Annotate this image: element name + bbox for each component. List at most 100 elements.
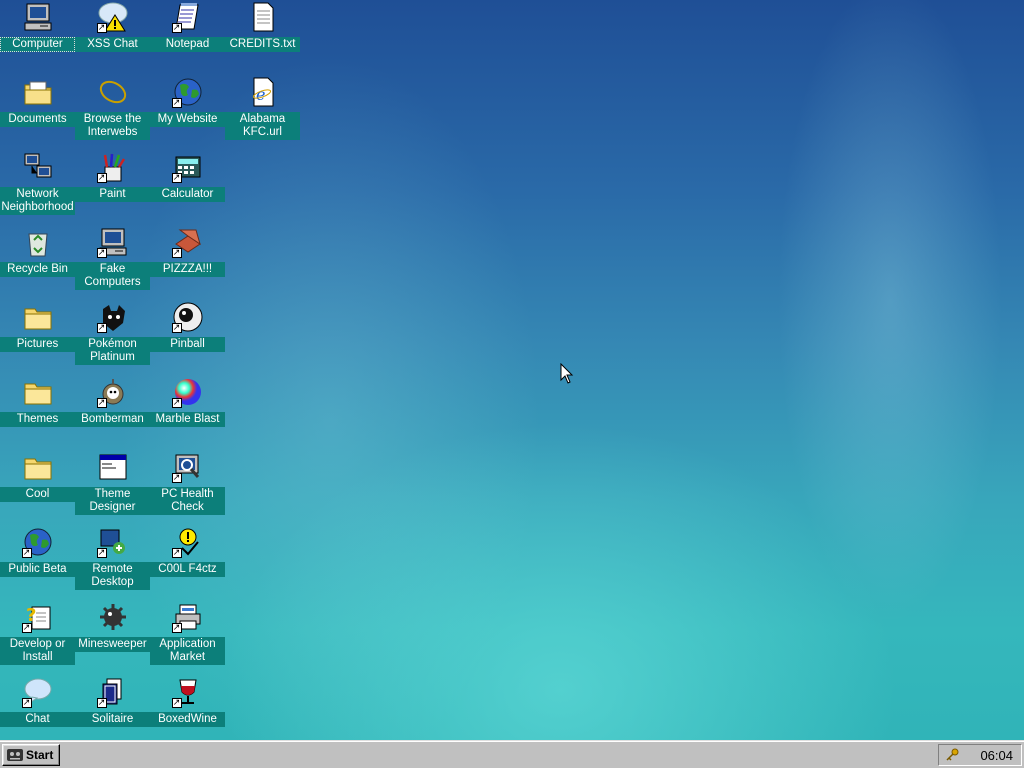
clock[interactable]: 06:04 bbox=[980, 748, 1013, 763]
desktop-icon-label: Recycle Bin bbox=[0, 262, 75, 277]
desktop-icon-browse[interactable]: Browse the Interwebs bbox=[75, 76, 150, 140]
desktop-icon-label: Pictures bbox=[0, 337, 75, 352]
desktop-icon-label: Alabama KFC.url bbox=[225, 112, 300, 140]
mine-icon bbox=[97, 601, 129, 633]
window-icon bbox=[97, 451, 129, 483]
notepad-icon: ↗ bbox=[171, 1, 204, 33]
printer-icon: ↗ bbox=[171, 601, 204, 633]
desktop-icon-label: Network Neighborhood bbox=[0, 187, 75, 215]
desktop-icon-network[interactable]: Network Neighborhood bbox=[0, 151, 75, 215]
desktop-icon-chat[interactable]: ↗ Chat bbox=[0, 676, 75, 727]
start-logo-icon bbox=[7, 749, 23, 761]
desktop-icon-remote-desktop[interactable]: ↗ Remote Desktop bbox=[75, 526, 150, 590]
desktop-icon-label: Minesweeper bbox=[75, 637, 150, 652]
desktop-icon-credits[interactable]: CREDITS.txt bbox=[225, 1, 300, 52]
paint-icon: ↗ bbox=[96, 151, 129, 183]
computer-icon bbox=[22, 1, 54, 33]
desktop-icon-fake-computers[interactable]: ↗ Fake Computers bbox=[75, 226, 150, 290]
desktop-icon-label: Solitaire bbox=[75, 712, 150, 727]
desktop-icon-theme-designer[interactable]: Theme Designer bbox=[75, 451, 150, 515]
desktop-icon-label: Cool bbox=[0, 487, 75, 502]
desktop-icon-label: Computer bbox=[0, 37, 75, 52]
shortcut-arrow-icon: ↗ bbox=[171, 173, 182, 183]
desktop-icon-minesweeper[interactable]: Minesweeper bbox=[75, 601, 150, 652]
folder-icon bbox=[22, 301, 54, 333]
desktop-icon-label: Paint bbox=[75, 187, 150, 202]
desktop-icon-label: CREDITS.txt bbox=[225, 37, 300, 52]
desktop-icon-label: Application Market bbox=[150, 637, 225, 665]
globe-icon: ↗ bbox=[21, 526, 54, 558]
desktop-icon-label: Bomberman bbox=[75, 412, 150, 427]
start-button[interactable]: Start bbox=[2, 744, 60, 766]
lightbulb-icon: ↗ bbox=[171, 526, 204, 558]
shortcut-arrow-icon: ↗ bbox=[171, 248, 182, 258]
shortcut-arrow-icon: ↗ bbox=[171, 623, 182, 633]
desktop-icon-pictures[interactable]: Pictures bbox=[0, 301, 75, 352]
desktop-icon-alabama-kfc[interactable]: e Alabama KFC.url bbox=[225, 76, 300, 140]
desktop-icon-cool-f4ctz[interactable]: ↗ C00L F4ctz bbox=[150, 526, 225, 577]
help-document-icon: ? ↗ bbox=[21, 601, 54, 633]
desktop-icon-solitaire[interactable]: ↗ Solitaire bbox=[75, 676, 150, 727]
desktop: Computer ↗ XSS Chat ↗ Notepad CREDITS.txt Docu… bbox=[0, 0, 1024, 740]
desktop-icon-label: Develop or Install bbox=[0, 637, 75, 665]
globe-icon: ↗ bbox=[171, 76, 204, 108]
desktop-icon-pizzza[interactable]: ↗ PIZZZA!!! bbox=[150, 226, 225, 277]
network-icon bbox=[22, 151, 54, 183]
marble-icon: ↗ bbox=[171, 376, 204, 408]
desktop-icon-my-website[interactable]: ↗ My Website bbox=[150, 76, 225, 127]
key-icon[interactable] bbox=[945, 748, 959, 762]
shortcut-arrow-icon: ↗ bbox=[96, 23, 107, 33]
desktop-icon-notepad[interactable]: ↗ Notepad bbox=[150, 1, 225, 52]
desktop-icon-pinball[interactable]: ↗ Pinball bbox=[150, 301, 225, 352]
documents-folder-icon bbox=[22, 76, 54, 108]
desktop-icon-pokemon[interactable]: ↗ Pokémon Platinum bbox=[75, 301, 150, 365]
health-check-icon: ↗ bbox=[171, 451, 204, 483]
desktop-icon-bomberman[interactable]: ↗ Bomberman bbox=[75, 376, 150, 427]
svg-text:e: e bbox=[256, 85, 265, 104]
desktop-icon-label: Notepad bbox=[150, 37, 225, 52]
shortcut-arrow-icon: ↗ bbox=[171, 23, 182, 33]
shortcut-arrow-icon: ↗ bbox=[96, 698, 107, 708]
desktop-icon-label: Calculator bbox=[150, 187, 225, 202]
remote-desktop-icon: ↗ bbox=[96, 526, 129, 558]
desktop-icon-label: Chat bbox=[0, 712, 75, 727]
desktop-icon-label: Fake Computers bbox=[75, 262, 150, 290]
shortcut-arrow-icon: ↗ bbox=[96, 548, 107, 558]
folder-icon bbox=[22, 451, 54, 483]
desktop-icon-label: My Website bbox=[150, 112, 225, 127]
shortcut-arrow-icon: ↗ bbox=[96, 323, 107, 333]
bomberman-icon: ↗ bbox=[96, 376, 129, 408]
desktop-icon-paint[interactable]: ↗ Paint bbox=[75, 151, 150, 202]
chat-warning-icon: ↗ bbox=[96, 1, 129, 33]
desktop-icon-app-market[interactable]: ↗ Application Market bbox=[150, 601, 225, 665]
pinball-icon: ↗ bbox=[171, 301, 204, 333]
desktop-icon-computer[interactable]: Computer bbox=[0, 1, 75, 52]
desktop-icon-label: Public Beta bbox=[0, 562, 75, 577]
desktop-icon-recycle-bin[interactable]: Recycle Bin bbox=[0, 226, 75, 277]
desktop-icon-label: Documents bbox=[0, 112, 75, 127]
desktop-icon-boxedwine[interactable]: ↗ BoxedWine bbox=[150, 676, 225, 727]
taskbar: Start 06:04 bbox=[0, 740, 1024, 768]
shortcut-arrow-icon: ↗ bbox=[21, 698, 32, 708]
desktop-icon-public-beta[interactable]: ↗ Public Beta bbox=[0, 526, 75, 577]
desktop-icon-cool[interactable]: Cool bbox=[0, 451, 75, 502]
pizza-box-icon: ↗ bbox=[171, 226, 204, 258]
desktop-icon-documents[interactable]: Documents bbox=[0, 76, 75, 127]
desktop-icon-xss-chat[interactable]: ↗ XSS Chat bbox=[75, 1, 150, 52]
calculator-icon: ↗ bbox=[171, 151, 204, 183]
desktop-icon-label: C00L F4ctz bbox=[150, 562, 225, 577]
wine-glass-icon: ↗ bbox=[171, 676, 204, 708]
computer-icon: ↗ bbox=[96, 226, 129, 258]
shortcut-arrow-icon: ↗ bbox=[171, 98, 182, 108]
cards-icon: ↗ bbox=[96, 676, 129, 708]
desktop-icon-marble-blast[interactable]: ↗ Marble Blast bbox=[150, 376, 225, 427]
desktop-icon-label: Pokémon Platinum bbox=[75, 337, 150, 365]
shortcut-arrow-icon: ↗ bbox=[171, 698, 182, 708]
desktop-icon-themes[interactable]: Themes bbox=[0, 376, 75, 427]
recycle-bin-icon bbox=[22, 226, 54, 258]
pokemon-icon: ↗ bbox=[96, 301, 129, 333]
desktop-icon-pc-health[interactable]: ↗ PC Health Check bbox=[150, 451, 225, 515]
desktop-icon-develop[interactable]: ? ↗ Develop or Install bbox=[0, 601, 75, 665]
desktop-icon-label: BoxedWine bbox=[150, 712, 225, 727]
desktop-icon-calculator[interactable]: ↗ Calculator bbox=[150, 151, 225, 202]
